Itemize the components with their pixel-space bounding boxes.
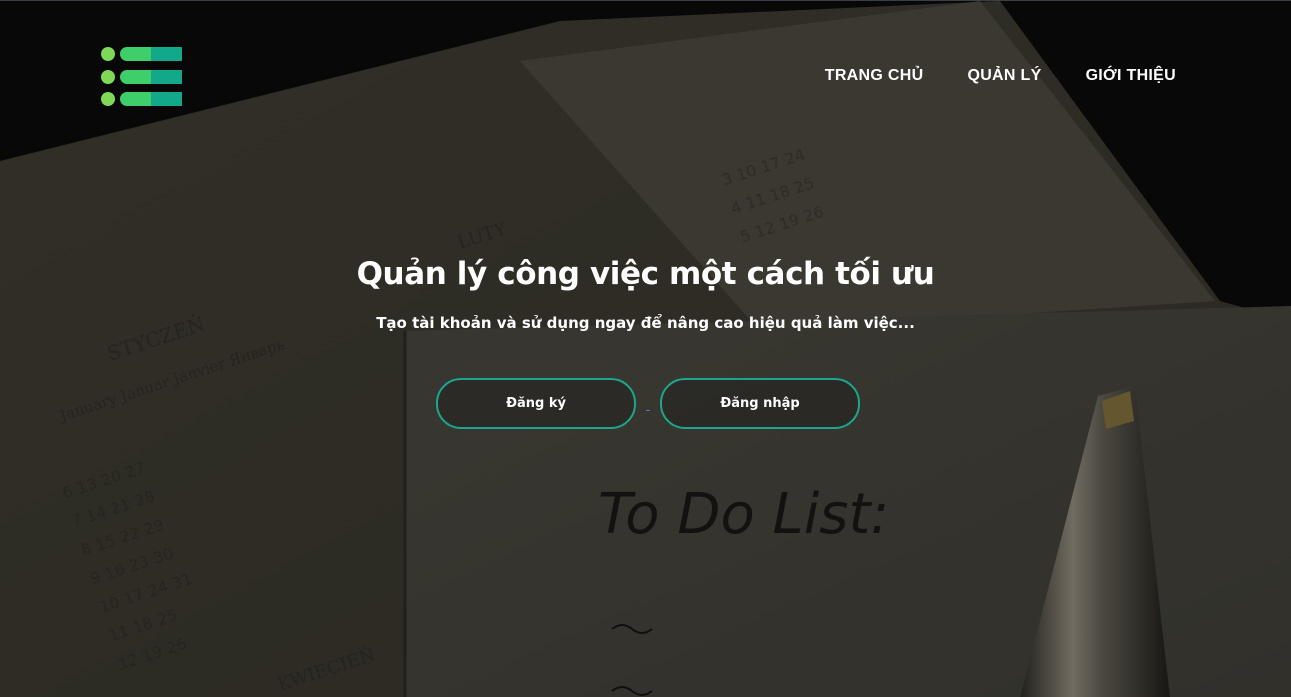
register-button[interactable]: Đăng ký: [436, 378, 636, 429]
nav-link-about[interactable]: GIỚI THIỆU: [1086, 65, 1176, 87]
hero-subtitle: Tạo tài khoản và sử dụng ngay để nâng ca…: [376, 314, 915, 332]
landing-page: STYCZEŃ January Januar Janvier Январь LU…: [0, 0, 1291, 697]
login-button[interactable]: Đăng nhập: [660, 378, 860, 429]
nav-link-home[interactable]: TRANG CHỦ: [825, 65, 924, 87]
hero-section: Quản lý công việc một cách tối ưu Tạo tà…: [0, 253, 1291, 333]
nav-link-manage[interactable]: QUẢN LÝ: [967, 65, 1041, 87]
hero-buttons: Đăng ký Đăng nhập: [436, 378, 860, 429]
main-nav: TRANG CHỦ QUẢN LÝ GIỚI THIỆU: [825, 65, 1176, 87]
background-overlay: [0, 1, 1291, 697]
app-logo-icon[interactable]: [100, 46, 182, 108]
hero-title: Quản lý công việc một cách tối ưu: [356, 256, 935, 292]
button-separator: [636, 380, 660, 427]
